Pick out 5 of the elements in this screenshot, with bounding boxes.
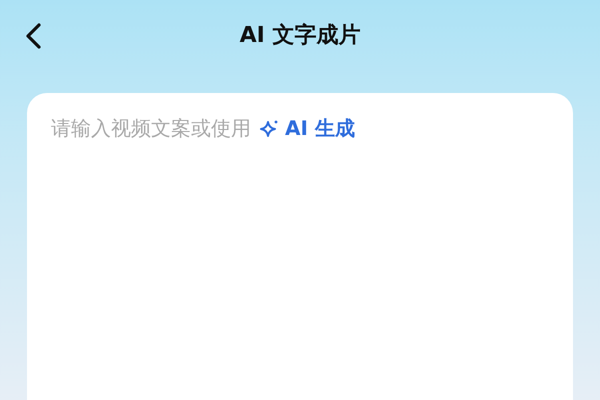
- sparkle-icon: [259, 118, 279, 138]
- text-field[interactable]: 请输入视频文案或使用 AI 生成: [27, 93, 573, 400]
- ai-generate-button[interactable]: AI 生成: [259, 115, 355, 142]
- page-title: AI 文字成片: [240, 22, 360, 50]
- placeholder-text: 请输入视频文案或使用: [51, 115, 251, 142]
